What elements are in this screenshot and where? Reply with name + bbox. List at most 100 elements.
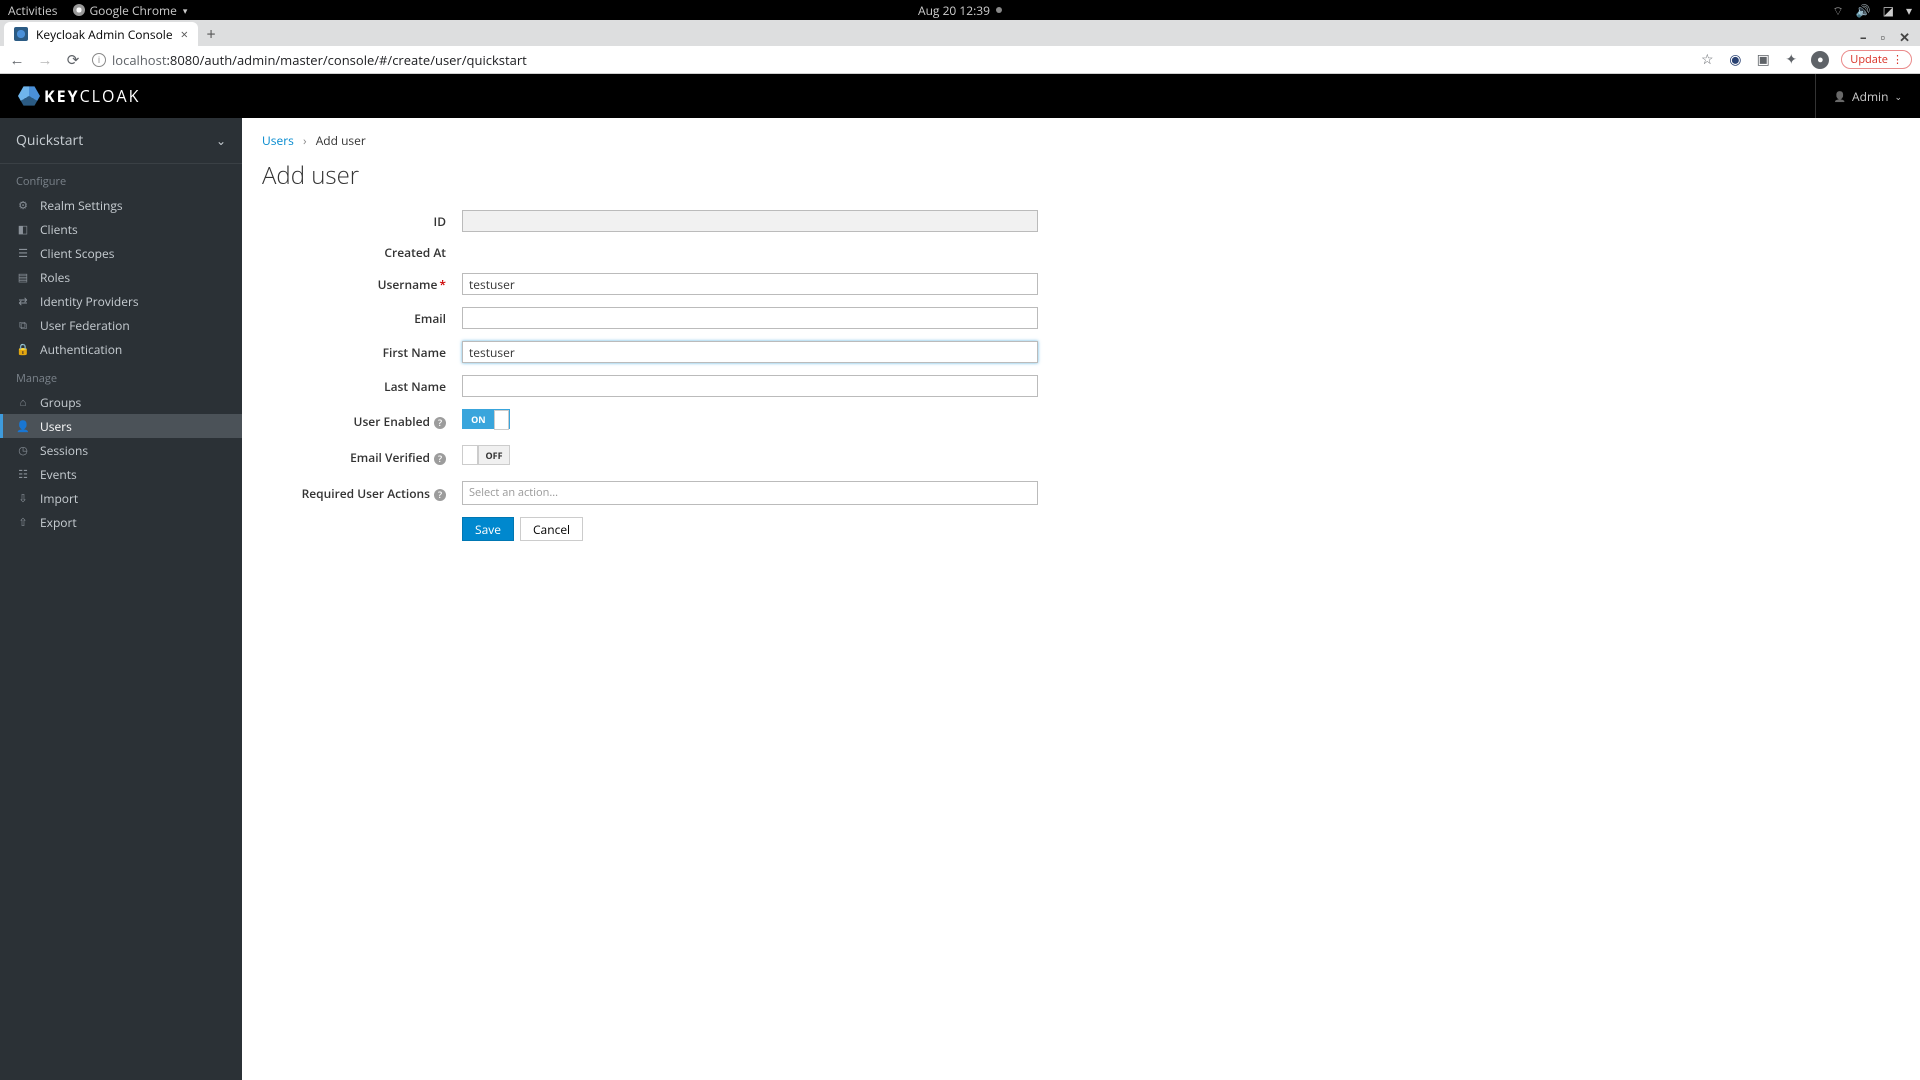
email-field[interactable]	[462, 307, 1038, 329]
save-button[interactable]: Save	[462, 517, 514, 541]
label-first-name: First Name	[262, 344, 462, 361]
keycloak-logo-icon	[18, 85, 40, 107]
sidebar-item-sessions[interactable]: ◷Sessions	[0, 438, 242, 462]
sidebar-item-client-scopes[interactable]: ☰ Client Scopes	[0, 241, 242, 265]
sidebar-icon: 👤	[16, 419, 30, 434]
activities-button[interactable]: Activities	[8, 2, 57, 19]
close-window-button[interactable]: ✕	[1899, 28, 1910, 46]
sidebar-item-label: Roles	[40, 269, 70, 286]
sidebar-item-roles[interactable]: ▤ Roles	[0, 265, 242, 289]
sidebar-icon: ⇩	[16, 491, 30, 506]
sidebar-item-authentication[interactable]: 🔒 Authentication	[0, 337, 242, 361]
wifi-icon[interactable]: ⌔	[1832, 2, 1843, 19]
keycloak-header: KEYCLOAK Admin ⌄	[0, 74, 1920, 118]
sidebar-item-user-federation[interactable]: ⧉ User Federation	[0, 313, 242, 337]
chrome-toolbar: ← → ⟳ i localhost:8080/auth/admin/master…	[0, 46, 1920, 74]
favicon-icon	[14, 27, 28, 41]
last-name-field[interactable]	[462, 375, 1038, 397]
label-user-enabled: User Enabled?	[262, 413, 462, 430]
system-menu-icon[interactable]: ▾	[1906, 2, 1912, 19]
browser-tab[interactable]: Keycloak Admin Console ×	[4, 22, 198, 46]
new-tab-button[interactable]: +	[198, 22, 224, 46]
sidebar-item-export[interactable]: ⇧ Export	[0, 510, 242, 534]
label-required-actions: Required User Actions?	[262, 485, 462, 502]
current-app-menu[interactable]: Google Chrome	[73, 2, 187, 19]
sidebar-item-label: Import	[40, 490, 78, 507]
sidebar: Quickstart Configure ⚙Realm Settings◧Cli…	[0, 118, 242, 1080]
tab-title: Keycloak Admin Console	[36, 26, 173, 43]
forward-button[interactable]: →	[36, 50, 54, 70]
bookmark-star-icon[interactable]: ☆	[1699, 52, 1715, 68]
clock[interactable]: Aug 20 12:39	[918, 2, 1002, 19]
notification-dot-icon	[996, 7, 1002, 13]
window-controls: – ▫ ✕	[1860, 28, 1920, 46]
help-icon[interactable]: ?	[434, 453, 446, 465]
email-verified-toggle[interactable]: OFF	[462, 445, 510, 465]
sidebar-icon: ☰	[16, 246, 30, 261]
chrome-tab-strip: Keycloak Admin Console × + – ▫ ✕	[0, 20, 1920, 46]
volume-icon[interactable]: 🔊	[1856, 2, 1871, 19]
close-tab-button[interactable]: ×	[181, 25, 188, 43]
sidebar-icon: ◷	[16, 443, 30, 458]
realm-selector[interactable]: Quickstart	[0, 118, 242, 164]
gnome-top-bar: Activities Google Chrome Aug 20 12:39 ⌔ …	[0, 0, 1920, 20]
back-button[interactable]: ←	[8, 50, 26, 70]
sidebar-icon: ⇄	[16, 294, 30, 309]
sidebar-item-identity-providers[interactable]: ⇄Identity Providers	[0, 289, 242, 313]
sidebar-item-label: Events	[40, 466, 77, 483]
required-actions-select[interactable]: Select an action...	[462, 481, 1038, 505]
chevron-down-icon: ⌄	[1894, 90, 1902, 103]
help-icon[interactable]: ?	[434, 489, 446, 501]
sidebar-icon: ⇧	[16, 515, 30, 530]
sidebar-item-label: Client Scopes	[40, 245, 114, 262]
maximize-button[interactable]: ▫	[1880, 28, 1885, 46]
chrome-update-button[interactable]: Update	[1841, 50, 1912, 69]
sidebar-icon: ☷	[16, 467, 30, 482]
realm-name: Quickstart	[16, 131, 83, 150]
minimize-button[interactable]: –	[1860, 28, 1867, 46]
current-app-label: Google Chrome	[89, 2, 176, 19]
sidebar-item-label: User Federation	[40, 317, 130, 334]
sidebar-icon: ⧉	[16, 318, 30, 333]
breadcrumb-users-link[interactable]: Users	[262, 132, 294, 149]
id-field	[462, 210, 1038, 232]
sidebar-icon: ⚙	[16, 198, 30, 213]
sidebar-item-label: Groups	[40, 394, 81, 411]
extensions-puzzle-icon[interactable]: ✦	[1783, 52, 1799, 68]
sidebar-icon: ◧	[16, 222, 30, 237]
username-field[interactable]	[462, 273, 1038, 295]
profile-avatar[interactable]: ●	[1811, 51, 1829, 69]
reload-button[interactable]: ⟳	[64, 50, 82, 70]
keycloak-logo[interactable]: KEYCLOAK	[18, 85, 140, 107]
sidebar-item-groups[interactable]: ⌂ Groups	[0, 390, 242, 414]
address-bar[interactable]: i localhost:8080/auth/admin/master/conso…	[92, 49, 1689, 71]
chrome-icon	[73, 4, 85, 16]
sidebar-item-label: Authentication	[40, 341, 122, 358]
extension-box-icon[interactable]: ▣	[1755, 52, 1771, 68]
site-info-icon[interactable]: i	[92, 53, 106, 67]
sidebar-section-configure: Configure	[0, 164, 242, 193]
main-content: Users › Add user Add user ID Created At …	[242, 118, 1920, 1080]
help-icon[interactable]: ?	[434, 417, 446, 429]
page-title: Add user	[262, 159, 1900, 192]
sidebar-icon: ▤	[16, 270, 30, 285]
sidebar-icon: ⌂	[16, 395, 30, 410]
battery-icon[interactable]: ◪	[1883, 2, 1894, 19]
sidebar-item-clients[interactable]: ◧Clients	[0, 217, 242, 241]
label-created-at: Created At	[262, 244, 462, 261]
sidebar-item-realm-settings[interactable]: ⚙Realm Settings	[0, 193, 242, 217]
label-id: ID	[262, 213, 462, 230]
cancel-button[interactable]: Cancel	[520, 517, 583, 541]
sidebar-item-import[interactable]: ⇩ Import	[0, 486, 242, 510]
sidebar-item-users[interactable]: 👤Users	[0, 414, 242, 438]
user-enabled-toggle[interactable]: ON	[462, 409, 510, 429]
user-menu[interactable]: Admin ⌄	[1815, 74, 1902, 118]
sidebar-section-manage: Manage	[0, 361, 242, 390]
sidebar-icon: 🔒	[16, 342, 30, 357]
sidebar-item-events[interactable]: ☷ Events	[0, 462, 242, 486]
extension-fedora-icon[interactable]: ◉	[1727, 52, 1743, 68]
sidebar-item-label: Export	[40, 514, 77, 531]
first-name-field[interactable]	[462, 341, 1038, 363]
url-text: localhost:8080/auth/admin/master/console…	[112, 51, 527, 69]
label-username: Username*	[262, 276, 462, 293]
